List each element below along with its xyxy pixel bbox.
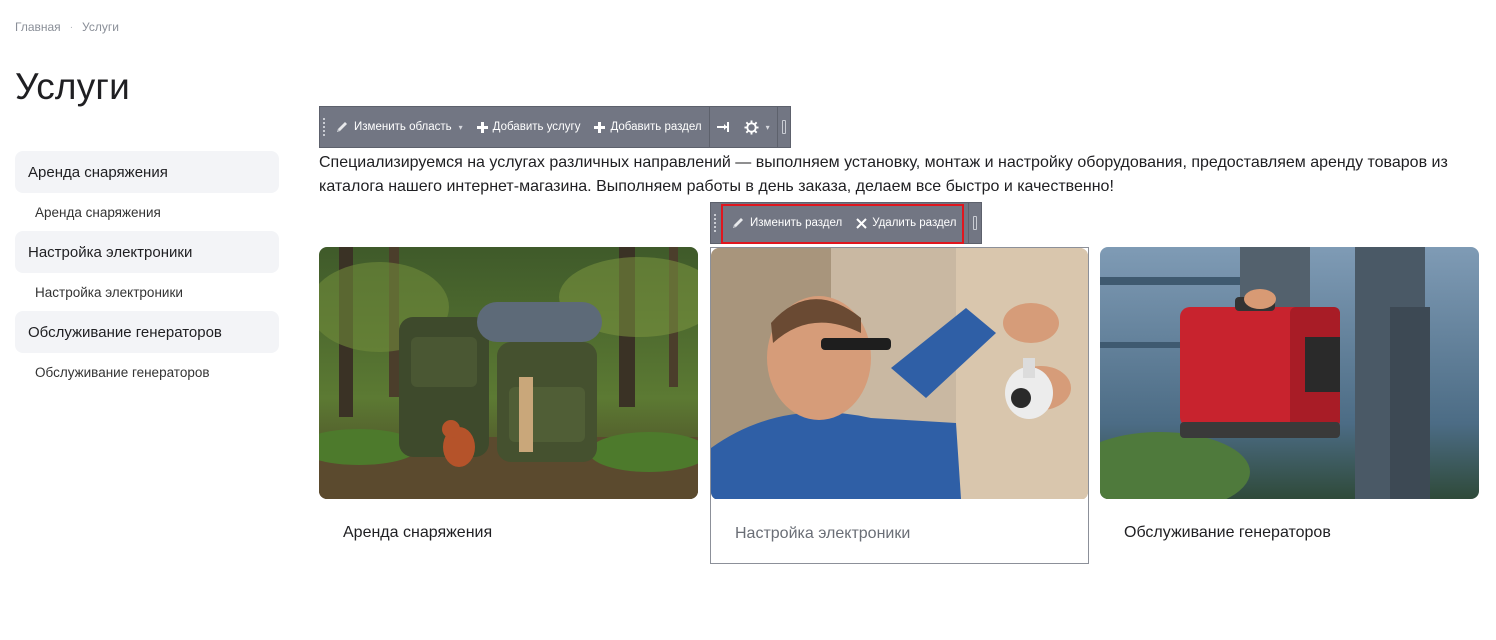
breadcrumb-separator: ·: [69, 21, 74, 33]
page-title: Услуги: [15, 66, 130, 107]
card-image: [1100, 247, 1479, 499]
section-edit-toolbar: Изменить раздел Удалить раздел: [710, 202, 983, 244]
close-icon: [856, 217, 867, 229]
sidebar-item-equipment-rental[interactable]: Аренда снаряжения: [15, 193, 279, 231]
plus-icon: [476, 121, 488, 133]
pencil-icon: [337, 122, 347, 132]
toolbar-resize-handle[interactable]: [778, 107, 790, 147]
add-service-button[interactable]: Добавить услугу: [470, 107, 588, 147]
breadcrumb: Главная · Услуги: [15, 20, 119, 34]
settings-button[interactable]: ▾: [737, 107, 777, 147]
sidebar-section-generator-service[interactable]: Обслуживание генераторов: [15, 311, 279, 353]
add-service-label: Добавить услугу: [492, 121, 581, 133]
pencil-icon: [733, 218, 743, 228]
breadcrumb-current: Услуги: [82, 20, 119, 34]
card-image: [319, 247, 698, 499]
card-title: Обслуживание генераторов: [1124, 524, 1331, 541]
edit-section-button[interactable]: Изменить раздел: [719, 203, 849, 243]
gear-icon: [744, 119, 759, 135]
add-section-label: Добавить раздел: [610, 121, 702, 133]
add-section-button[interactable]: Добавить раздел: [587, 107, 708, 147]
sidebar: Аренда снаряжения Аренда снаряжения Наст…: [15, 151, 279, 391]
chevron-down-icon: ▾: [458, 122, 463, 132]
service-card-equipment-rental[interactable]: Аренда снаряжения: [319, 247, 698, 542]
services-grid: Аренда снаряжения Настройка электроники: [319, 247, 1479, 567]
toolbar-resize-handle[interactable]: [969, 203, 981, 243]
sidebar-item-electronics-setup[interactable]: Настройка электроники: [15, 273, 279, 311]
service-card-electronics-setup[interactable]: Настройка электроники: [710, 247, 1089, 564]
edit-area-button[interactable]: Изменить область ▾: [328, 107, 470, 147]
intro-text: Специализируемся на услугах различных на…: [319, 154, 1448, 195]
area-edit-toolbar: Изменить область ▾ Добавить услугу Добав…: [319, 106, 791, 148]
plus-icon: [594, 121, 606, 133]
technician-camera-image: [711, 248, 1088, 499]
service-card-generator-service[interactable]: Обслуживание генераторов: [1100, 247, 1479, 542]
pin-button[interactable]: [710, 107, 737, 147]
pin-icon: [716, 122, 729, 132]
card-title: Настройка электроники: [735, 525, 911, 542]
toolbar-drag-grip[interactable]: [711, 203, 719, 243]
breadcrumb-home-link[interactable]: Главная: [15, 20, 61, 34]
card-title: Аренда снаряжения: [343, 524, 493, 541]
toolbar-drag-grip[interactable]: [320, 107, 328, 147]
sidebar-section-equipment-rental[interactable]: Аренда снаряжения: [15, 151, 279, 193]
generator-image: [1100, 247, 1479, 499]
delete-section-label: Удалить раздел: [872, 217, 957, 229]
sidebar-item-generator-service[interactable]: Обслуживание генераторов: [15, 353, 279, 391]
backpacks-forest-image: [319, 247, 698, 499]
edit-section-label: Изменить раздел: [750, 217, 843, 229]
edit-area-label: Изменить область: [354, 121, 452, 133]
delete-section-button[interactable]: Удалить раздел: [849, 203, 968, 243]
sidebar-section-electronics-setup[interactable]: Настройка электроники: [15, 231, 279, 273]
card-image: [711, 248, 1088, 500]
chevron-down-icon: ▾: [765, 122, 770, 132]
